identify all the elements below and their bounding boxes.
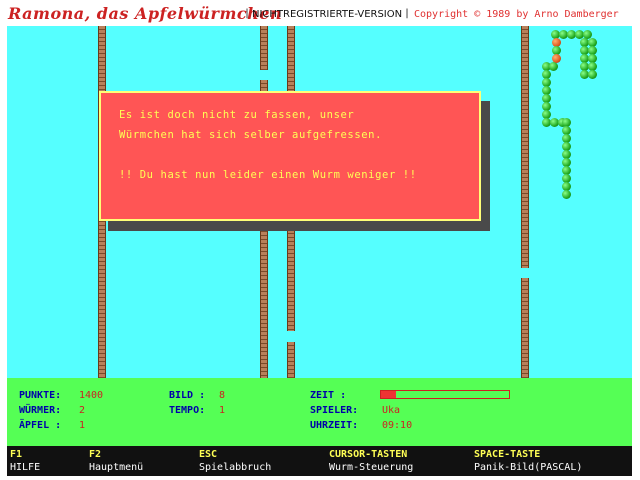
- dialog-line-3: !! Du hast nun leider einen Wurm weniger…: [119, 169, 417, 181]
- key-description: HILFE: [10, 462, 41, 473]
- key-name: F2: [89, 449, 102, 460]
- key-name: ESC: [199, 449, 218, 460]
- function-key-bar: F1 HILFE F2 Hauptmenü ESC Spielabbruch C…: [7, 446, 632, 476]
- uhrzeit-label: UHRZEIT:: [310, 420, 359, 431]
- zeit-label: ZEIT :: [310, 390, 347, 401]
- cursor-keys-steer[interactable]: CURSOR-TASTEN Wurm-Steuerung: [329, 448, 413, 474]
- dialog-line-1: Es ist doch nicht zu fassen, unser: [119, 109, 355, 121]
- status-panel: PUNKTE: 1400 WÜRMER: 2 ÄPFEL : 1 BILD : …: [7, 378, 632, 446]
- message-dialog: Es ist doch nicht zu fassen, unser Würmc…: [99, 91, 481, 221]
- copyright-notice: Copyright © 1989 by Arno Damberger: [414, 9, 619, 20]
- uhrzeit-value: 09:10: [382, 420, 413, 431]
- title-separator: |: [244, 8, 251, 19]
- key-name: CURSOR-TASTEN: [329, 449, 408, 460]
- wall-pillar: [260, 26, 268, 70]
- f1-help-key[interactable]: F1 HILFE: [10, 448, 40, 474]
- worm-segment: [562, 190, 571, 199]
- wall-pillar: [521, 278, 529, 378]
- tempo-label: TEMPO:: [169, 405, 206, 416]
- title-separator: |: [404, 8, 411, 19]
- key-description: Wurm-Steuerung: [329, 462, 414, 473]
- key-name: SPACE-TASTE: [474, 449, 541, 460]
- worm-segment: [588, 70, 597, 79]
- version-label: NICHTREGISTRIERTE-VERSION: [252, 9, 403, 20]
- key-name: F1: [10, 449, 23, 460]
- aepfel-value: 1: [79, 420, 86, 431]
- wuermer-value: 2: [79, 405, 86, 416]
- tempo-value: 1: [219, 405, 226, 416]
- key-description: Hauptmenü: [89, 462, 144, 473]
- f2-main-menu-key[interactable]: F2 Hauptmenü: [89, 448, 143, 474]
- space-panic-key[interactable]: SPACE-TASTE Panik-Bild(PASCAL): [474, 448, 582, 474]
- aepfel-label: ÄPFEL :: [19, 420, 62, 431]
- punkte-label: PUNKTE:: [19, 390, 62, 401]
- title-bar: Ramona, das Apfelwürmchen | NICHTREGISTR…: [0, 0, 640, 26]
- bild-label: BILD :: [169, 390, 206, 401]
- key-description: Panik-Bild(PASCAL): [474, 462, 583, 473]
- esc-abort-key[interactable]: ESC Spielabbruch: [199, 448, 271, 474]
- wuermer-label: WÜRMER:: [19, 405, 62, 416]
- bild-value: 8: [219, 390, 226, 401]
- game-title: Ramona, das Apfelwürmchen: [8, 4, 283, 23]
- wall-pillar: [287, 342, 295, 378]
- wall-pillar: [521, 26, 529, 268]
- worm-segment: [549, 62, 558, 71]
- time-bar: [380, 390, 510, 399]
- key-description: Spielabbruch: [199, 462, 272, 473]
- dialog-line-2: Würmchen hat sich selber aufgefressen.: [119, 129, 383, 141]
- spieler-label: SPIELER:: [310, 405, 359, 416]
- punkte-value: 1400: [79, 390, 104, 401]
- time-bar-fill: [381, 391, 397, 398]
- spieler-value: Uka: [382, 405, 401, 416]
